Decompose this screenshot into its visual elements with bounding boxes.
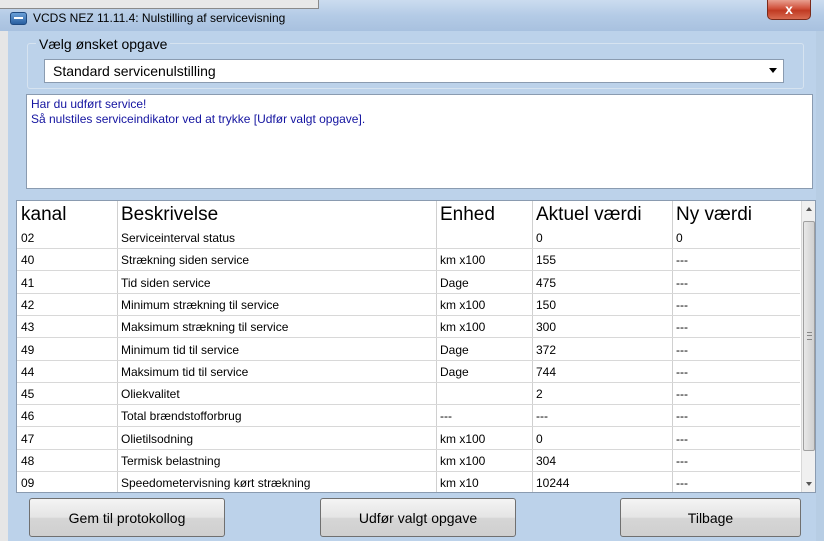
cell-aktuel-vaerdi: 475 [536,275,557,290]
cell-beskrivelse: Tid siden service [121,275,211,290]
header-ny-vaerdi[interactable]: Ny værdi [676,204,752,226]
cell-kanal: 47 [21,431,35,446]
cell-enhed: km x100 [440,431,486,446]
cell-kanal: 42 [21,297,35,312]
service-reset-window: VCDS NEZ 11.11.4: Nulstilling af service… [0,0,824,541]
cell-ny-vaerdi: --- [676,387,688,402]
scroll-thumb[interactable] [803,221,815,451]
cell-ny-vaerdi: --- [676,454,688,468]
table-row[interactable]: 42 Minimum strækning til service km x100 15… [17,294,800,316]
cell-beskrivelse: Total brændstofforbrug [121,409,242,424]
cell-kanal: 44 [21,364,35,379]
header-enhed[interactable]: Enhed [440,204,495,226]
header-kanal[interactable]: kanal [21,204,66,226]
cell-enhed: Dage [440,364,469,379]
table-row[interactable]: 49 Minimum tid til service Dage 372 --- [17,339,800,361]
cell-enhed: --- [440,409,452,424]
cell-beskrivelse: Minimum strækning til service [121,297,280,312]
header-aktuel-vaerdi[interactable]: Aktuel værdi [536,204,642,226]
table-row[interactable]: 48 Termisk belastning km x100 304 --- [17,450,800,472]
cell-aktuel-vaerdi: 0 [536,231,543,245]
scroll-up-icon[interactable] [802,201,815,218]
scroll-down-icon[interactable] [802,475,815,492]
cell-aktuel-vaerdi: 744 [536,364,557,379]
chevron-down-icon[interactable] [769,68,777,73]
cell-enhed: km x100 [440,297,486,312]
cell-aktuel-vaerdi: 155 [536,253,557,268]
cell-ny-vaerdi: --- [676,431,688,446]
title-bar[interactable]: VCDS NEZ 11.11.4: Nulstilling af service… [0,0,824,31]
cell-kanal: 48 [21,454,35,468]
cell-enhed: km x100 [440,253,486,268]
cell-aktuel-vaerdi: 0 [536,431,543,446]
cell-enhed: Dage [440,275,469,290]
cell-beskrivelse: Minimum tid til service [121,342,240,357]
cell-aktuel-vaerdi: 150 [536,297,557,312]
channel-table[interactable]: kanal Beskrivelse Enhed Aktuel værdi Ny … [16,200,816,493]
cell-ny-vaerdi: --- [676,320,688,335]
cell-ny-vaerdi: --- [676,297,688,312]
table-row[interactable]: 02 Serviceinterval status 0 0 [17,227,800,249]
cell-kanal: 40 [21,253,35,268]
cell-kanal: 02 [21,231,35,245]
cell-aktuel-vaerdi: --- [536,409,548,424]
cell-aktuel-vaerdi: 300 [536,320,557,335]
cell-ny-vaerdi: 0 [676,231,683,245]
cell-aktuel-vaerdi: 304 [536,454,557,468]
cell-kanal: 45 [21,387,35,402]
cell-enhed: km x100 [440,454,486,468]
task-group-label: Vælg ønsket opgave [36,36,171,52]
grip-icon [807,332,812,340]
cell-kanal: 49 [21,342,35,357]
vertical-scrollbar[interactable] [801,201,815,492]
header-beskrivelse[interactable]: Beskrivelse [121,204,218,226]
table-row[interactable]: 43 Maksimum strækning til service km x100 3… [17,316,800,339]
table-header: kanal Beskrivelse Enhed Aktuel værdi Ny … [17,201,800,226]
cell-beskrivelse: Maksimum strækning til service [121,320,289,335]
task-select[interactable]: Standard servicenulstilling [44,59,784,83]
table-row[interactable]: 41 Tid siden service Dage 475 --- [17,272,800,294]
cell-beskrivelse: Maksimum tid til service [121,364,249,379]
table-row[interactable]: 47 Olietilsodning km x100 0 --- [17,428,800,450]
cell-aktuel-vaerdi: 10244 [536,476,570,491]
table-row[interactable]: 44 Maksimum tid til service Dage 744 --- [17,361,800,383]
back-button[interactable]: Tilbage [620,498,801,537]
cell-beskrivelse: Strækning siden service [121,253,250,268]
cell-aktuel-vaerdi: 2 [536,387,543,402]
cell-enhed: km x10 [440,476,479,491]
cell-beskrivelse: Speedometervisning kørt strækning [121,476,311,491]
message-line-2: Så nulstiles serviceindikator ved at try… [31,112,366,126]
cell-aktuel-vaerdi: 372 [536,342,557,357]
task-select-value: Standard servicenulstilling [53,63,216,79]
table-row[interactable]: 09 Speedometervisning kørt strækning km x1… [17,472,800,492]
close-button[interactable]: x [767,0,811,20]
message-line-1: Har du udført service! [31,97,147,111]
cell-ny-vaerdi: --- [676,476,688,491]
background-window-edge [0,0,319,9]
cell-beskrivelse: Termisk belastning [121,454,221,468]
save-log-button[interactable]: Gem til protokollog [29,498,225,537]
client-area: Vælg ønsket opgave Standard servicenulst… [8,31,816,541]
cell-ny-vaerdi: --- [676,409,688,424]
table-row[interactable]: 40 Strækning siden service km x100 155 --- [17,249,800,272]
cell-beskrivelse: Olietilsodning [121,431,194,446]
cell-kanal: 46 [21,409,35,424]
table-row[interactable]: 46 Total brændstofforbrug --- --- --- [17,405,800,428]
cell-beskrivelse: Serviceinterval status [121,231,236,245]
cell-kanal: 43 [21,320,35,335]
table-row[interactable]: 45 Oliekvalitet 2 --- [17,383,800,406]
cell-ny-vaerdi: --- [676,275,688,290]
cell-ny-vaerdi: --- [676,253,688,268]
vcds-app-icon [10,12,27,25]
message-box: Har du udført service! Så nulstiles serv… [26,94,813,189]
window-title: VCDS NEZ 11.11.4: Nulstilling af service… [33,11,286,25]
cell-beskrivelse: Oliekvalitet [121,387,180,402]
execute-task-button[interactable]: Udfør valgt opgave [320,498,516,537]
cell-enhed: km x100 [440,320,486,335]
cell-kanal: 09 [21,476,35,491]
cell-ny-vaerdi: --- [676,342,688,357]
cell-kanal: 41 [21,275,35,290]
cell-ny-vaerdi: --- [676,364,688,379]
cell-enhed: Dage [440,342,469,357]
